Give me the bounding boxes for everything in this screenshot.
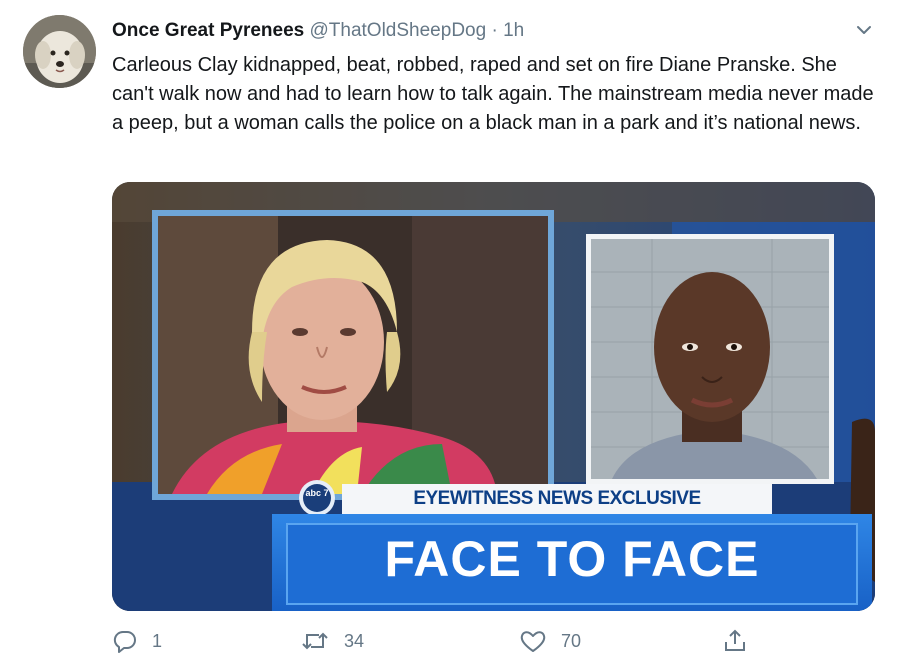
reply-count: 1	[152, 630, 163, 651]
retweet-button[interactable]: 34	[300, 624, 364, 658]
reply-button[interactable]: 1	[112, 624, 162, 658]
tweet-text: Carleous Clay kidnapped, beat, robbed, r…	[112, 54, 874, 134]
separator-dot: ·	[491, 20, 498, 41]
share-icon	[722, 628, 748, 654]
avatar[interactable]	[23, 15, 96, 88]
reply-icon	[112, 628, 138, 654]
retweet-icon	[300, 628, 330, 654]
like-button[interactable]: 70	[519, 624, 581, 658]
retweet-count: 34	[344, 630, 365, 651]
like-count: 70	[561, 630, 582, 651]
tweet-header: Once Great Pyrenees @ThatOldSheepDog · 1…	[112, 19, 524, 43]
heart-icon	[519, 628, 547, 654]
tweet-media[interactable]: abc 7 EYEWITNESS NEWS EXCLUSIVE FACE TO …	[112, 182, 875, 611]
station-logo: abc 7	[305, 488, 329, 498]
display-name[interactable]: Once Great Pyrenees	[112, 20, 304, 41]
news-banner: EYEWITNESS NEWS EXCLUSIVE	[413, 488, 701, 509]
chevron-down-icon[interactable]	[854, 20, 874, 40]
headline-text: FACE TO FACE	[384, 531, 760, 587]
tweet-actions: 1 34 70	[112, 624, 872, 658]
timestamp[interactable]: 1h	[503, 20, 524, 41]
tweet: Once Great Pyrenees @ThatOldSheepDog · 1…	[0, 0, 898, 671]
avatar-image	[23, 15, 96, 88]
share-button[interactable]	[722, 624, 748, 658]
user-handle[interactable]: @ThatOldSheepDog	[310, 20, 487, 41]
